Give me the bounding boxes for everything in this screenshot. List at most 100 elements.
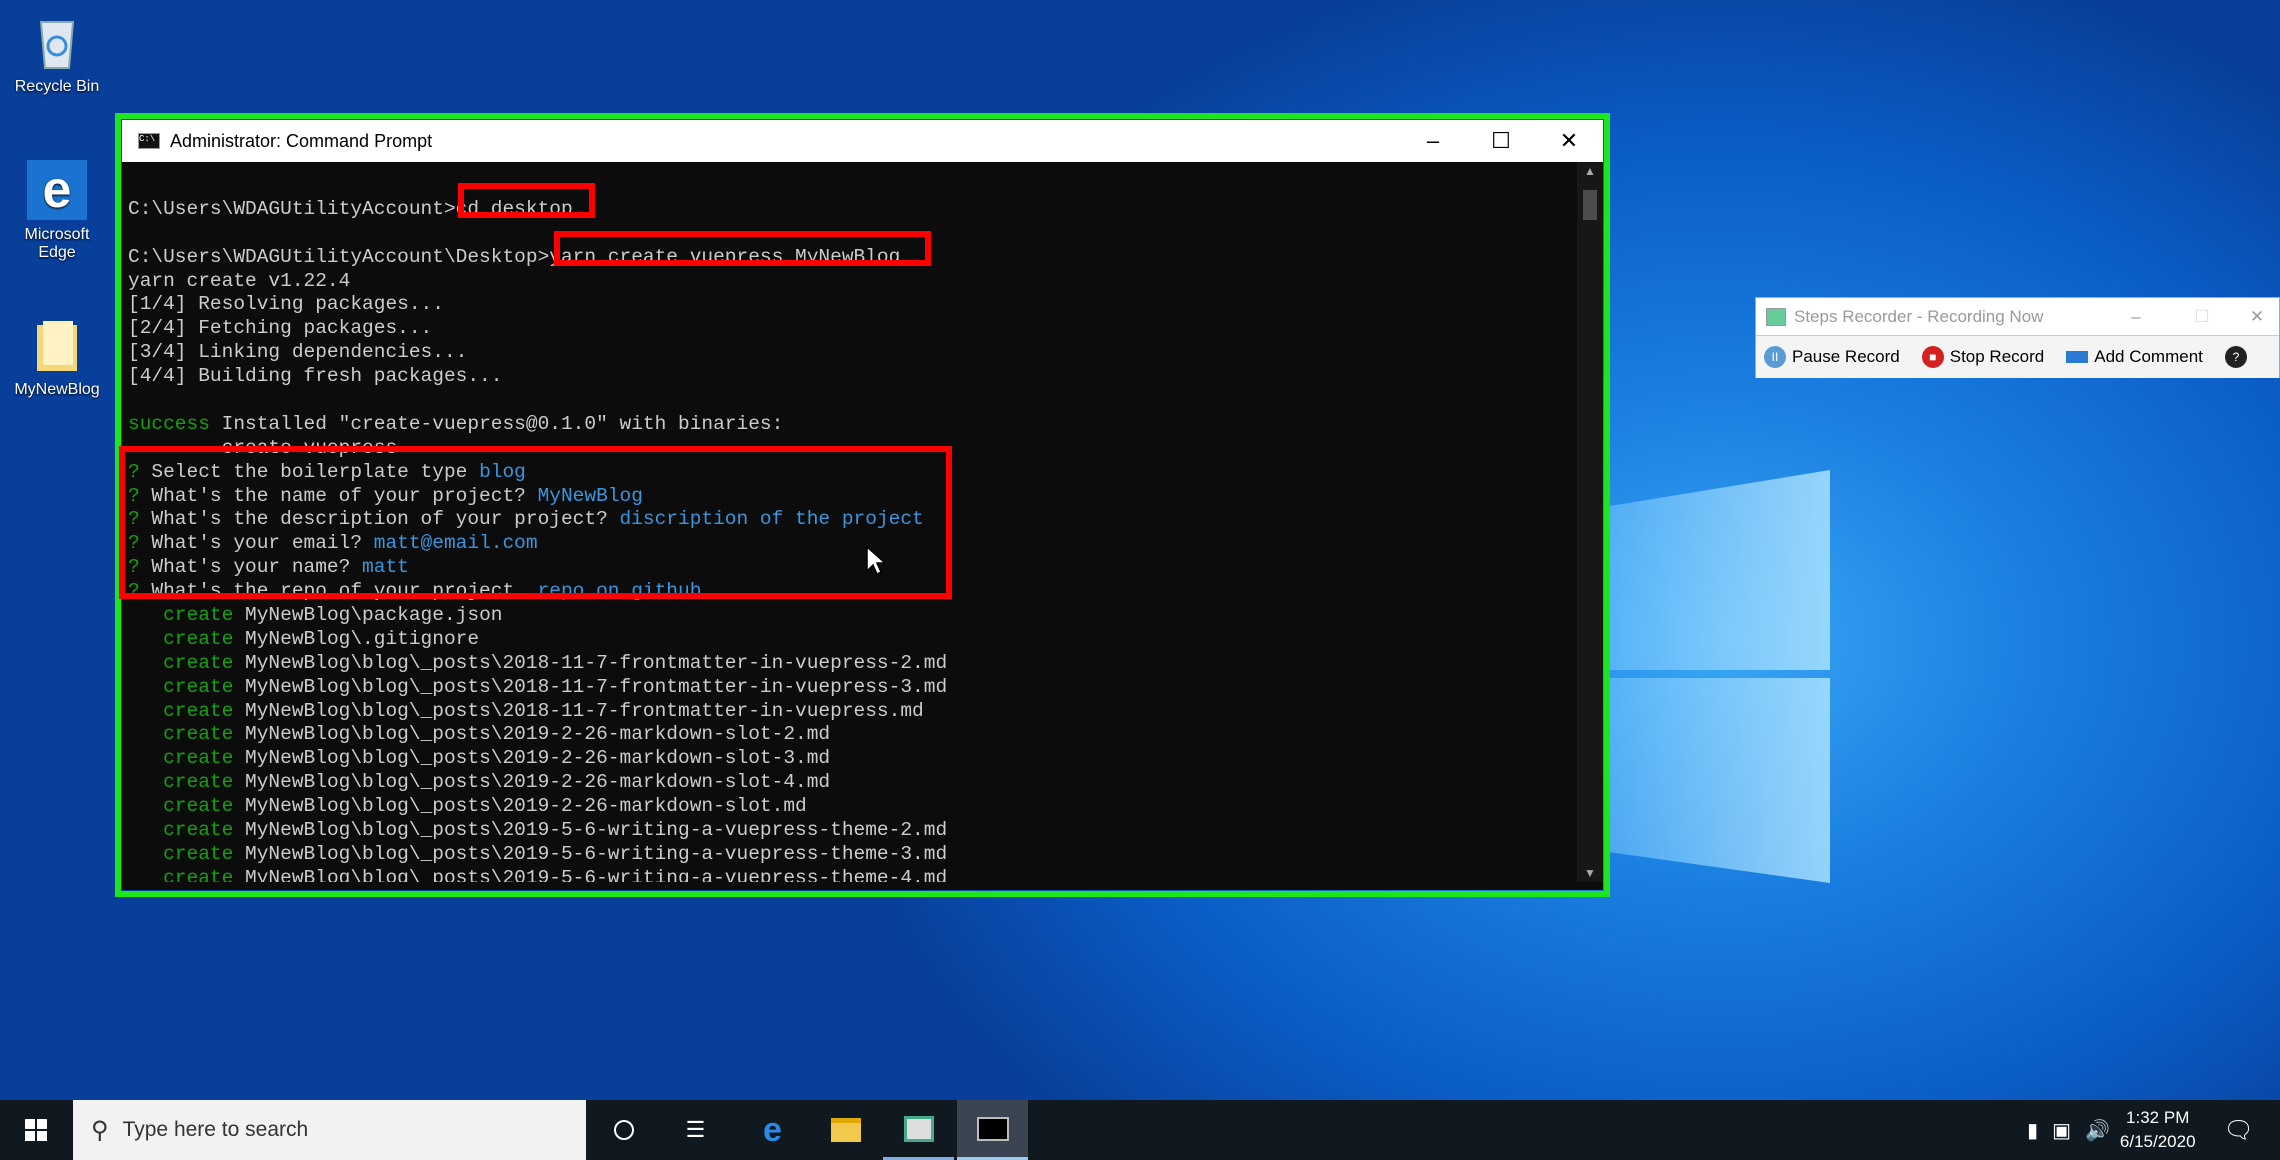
- steps-recorder-title: Steps Recorder - Recording Now: [1794, 306, 2044, 326]
- pause-record-label: Pause Record: [1792, 347, 1900, 366]
- windows-icon: [24, 1119, 47, 1141]
- desktop-icon-label: Microsoft Edge: [24, 226, 90, 261]
- console-text-segment: create: [128, 771, 234, 794]
- pause-icon: II: [1764, 346, 1786, 368]
- console-text-segment: MyNewBlog\blog\_posts\2019-2-26-markdown…: [233, 795, 807, 818]
- console-line: create MyNewBlog\blog\_posts\2019-2-26-m…: [128, 723, 1568, 747]
- desktop-icon-mynewblog[interactable]: MyNewBlog: [2, 315, 112, 399]
- maximize-button[interactable]: ☐: [2169, 307, 2235, 327]
- close-button[interactable]: ✕: [2235, 307, 2279, 327]
- console-line: C:\Users\WDAGUtilityAccount>cd desktop: [128, 198, 1568, 222]
- taskbar-edge[interactable]: e: [737, 1100, 808, 1160]
- highlight-box-cd-command: [458, 183, 595, 218]
- console-text-segment: create: [128, 842, 234, 865]
- taskbar: ⚲ Type here to search ☰ e ▮ ▣ 🔊 1:32 PM …: [0, 1100, 2280, 1160]
- search-box[interactable]: ⚲ Type here to search: [73, 1100, 586, 1160]
- console-line: [3/4] Linking dependencies...: [128, 341, 1568, 365]
- folder-icon: [830, 1118, 861, 1142]
- steps-recorder-window: Steps Recorder - Recording Now – ☐ ✕ II P…: [1755, 297, 2280, 378]
- add-comment-label: Add Comment: [2094, 347, 2203, 366]
- cortana-button[interactable]: [588, 1100, 659, 1160]
- console-line: create MyNewBlog\blog\_posts\2018-11-7-f…: [128, 700, 1568, 724]
- console-line: create MyNewBlog\blog\_posts\2019-5-6-wr…: [128, 819, 1568, 843]
- taskbar-file-explorer[interactable]: [810, 1100, 881, 1160]
- console-text-segment: create: [128, 651, 234, 674]
- console-text-segment: C:\Users\WDAGUtilityAccount\Desktop>: [128, 245, 550, 268]
- console-line: success Installed "create-vuepress@0.1.0…: [128, 413, 1568, 437]
- steps-recorder-icon: [1766, 307, 1786, 326]
- help-icon: ?: [2224, 346, 2247, 368]
- minimize-button[interactable]: –: [1399, 120, 1467, 162]
- console-text-segment: success: [128, 412, 210, 435]
- scroll-down-icon[interactable]: ▼: [1577, 866, 1603, 880]
- console-line: create MyNewBlog\package.json: [128, 604, 1568, 628]
- console-text-segment: create: [128, 699, 234, 722]
- action-center-icon[interactable]: 🗨: [2224, 1116, 2254, 1145]
- console-text-segment: MyNewBlog\blog\_posts\2018-11-7-frontmat…: [233, 651, 948, 674]
- console-text-segment: [4/4] Building fresh packages...: [128, 365, 503, 388]
- scrollbar[interactable]: ▲ ▼: [1577, 162, 1603, 882]
- steps-recorder-title-bar[interactable]: Steps Recorder - Recording Now – ☐ ✕: [1756, 298, 2279, 336]
- console-text-segment: Installed "create-vuepress@0.1.0" with b…: [209, 412, 784, 435]
- console-text-segment: MyNewBlog\blog\_posts\2018-11-7-frontmat…: [233, 699, 924, 722]
- console-line: create MyNewBlog\blog\_posts\2018-11-7-f…: [128, 676, 1568, 700]
- pause-record-button[interactable]: II Pause Record: [1764, 346, 1900, 368]
- help-button[interactable]: ?: [2224, 346, 2253, 368]
- cmd-icon: C:\: [138, 133, 160, 149]
- console-text-segment: MyNewBlog\blog\_posts\2019-2-26-markdown…: [233, 771, 831, 794]
- console-text-segment: MyNewBlog\blog\_posts\2019-2-26-markdown…: [233, 747, 831, 770]
- stop-record-button[interactable]: ■ Stop Record: [1921, 346, 2044, 368]
- network-icon[interactable]: ▣: [2052, 1118, 2071, 1143]
- console-text-segment: MyNewBlog\blog\_posts\2018-11-7-frontmat…: [233, 675, 948, 698]
- recycle-bin-icon: [27, 12, 87, 72]
- console-line: create MyNewBlog\.gitignore: [128, 628, 1568, 652]
- folder-icon: [27, 315, 87, 375]
- cmd-icon: [976, 1116, 1009, 1141]
- console-line: [4/4] Building fresh packages...: [128, 365, 1568, 389]
- task-view-button[interactable]: ☰: [660, 1100, 731, 1160]
- console-text-segment: create: [128, 795, 234, 818]
- minimize-button[interactable]: –: [2103, 307, 2169, 327]
- scroll-up-icon[interactable]: ▲: [1577, 164, 1603, 178]
- title-bar[interactable]: C:\ Administrator: Command Prompt – ☐ ✕: [122, 120, 1603, 162]
- maximize-button[interactable]: ☐: [1467, 120, 1535, 162]
- add-comment-button[interactable]: Add Comment: [2066, 347, 2203, 367]
- search-icon: ⚲: [91, 1116, 109, 1144]
- taskbar-command-prompt[interactable]: [957, 1100, 1028, 1160]
- console-text-segment: [2/4] Fetching packages...: [128, 317, 433, 340]
- console-line: create MyNewBlog\blog\_posts\2019-5-6-wr…: [128, 843, 1568, 867]
- comment-icon: [2066, 351, 2089, 363]
- console-text-segment: MyNewBlog\.gitignore: [233, 627, 480, 650]
- console-line: yarn create v1.22.4: [128, 270, 1568, 294]
- console-text-segment: yarn create v1.22.4: [128, 269, 351, 292]
- desktop-icon-label: MyNewBlog: [14, 381, 100, 398]
- close-button[interactable]: ✕: [1535, 120, 1603, 162]
- start-button[interactable]: [0, 1100, 71, 1160]
- task-view-icon: ☰: [685, 1117, 706, 1142]
- console-text-segment: create: [128, 604, 234, 627]
- console-text-segment: MyNewBlog\blog\_posts\2019-2-26-markdown…: [233, 723, 831, 746]
- window-title: Administrator: Command Prompt: [170, 130, 433, 151]
- volume-icon[interactable]: 🔊: [2085, 1118, 2110, 1143]
- desktop-icon-edge[interactable]: e Microsoft Edge: [2, 160, 112, 262]
- desktop-icon-recycle-bin[interactable]: Recycle Bin: [2, 12, 112, 96]
- console-text-segment: MyNewBlog\blog\_posts\2019-5-6-writing-a…: [233, 866, 948, 882]
- search-placeholder: Type here to search: [122, 1118, 309, 1141]
- console-text-segment: create: [128, 627, 234, 650]
- wallpaper-logo-pane: [1610, 678, 1830, 883]
- console-text-segment: MyNewBlog\package.json: [233, 604, 503, 627]
- highlight-box-prompts: [119, 446, 952, 599]
- battery-icon[interactable]: ▮: [2027, 1118, 2038, 1143]
- clock-date: 6/15/2020: [2119, 1132, 2196, 1151]
- clock[interactable]: 1:32 PM 6/15/2020: [2120, 1106, 2196, 1154]
- highlight-box-yarn-command: [554, 231, 931, 266]
- console-line: create MyNewBlog\blog\_posts\2019-5-6-wr…: [128, 867, 1568, 882]
- console-text-segment: MyNewBlog\blog\_posts\2019-5-6-writing-a…: [233, 842, 948, 865]
- taskbar-steps-recorder[interactable]: [883, 1100, 954, 1160]
- console-text-segment: [1/4] Resolving packages...: [128, 293, 444, 316]
- console-text-segment: C:\Users\WDAGUtilityAccount>: [128, 197, 456, 220]
- scrollbar-thumb[interactable]: [1583, 190, 1597, 220]
- wallpaper-logo-pane: [1610, 470, 1830, 670]
- console-text-segment: MyNewBlog\blog\_posts\2019-5-6-writing-a…: [233, 819, 948, 842]
